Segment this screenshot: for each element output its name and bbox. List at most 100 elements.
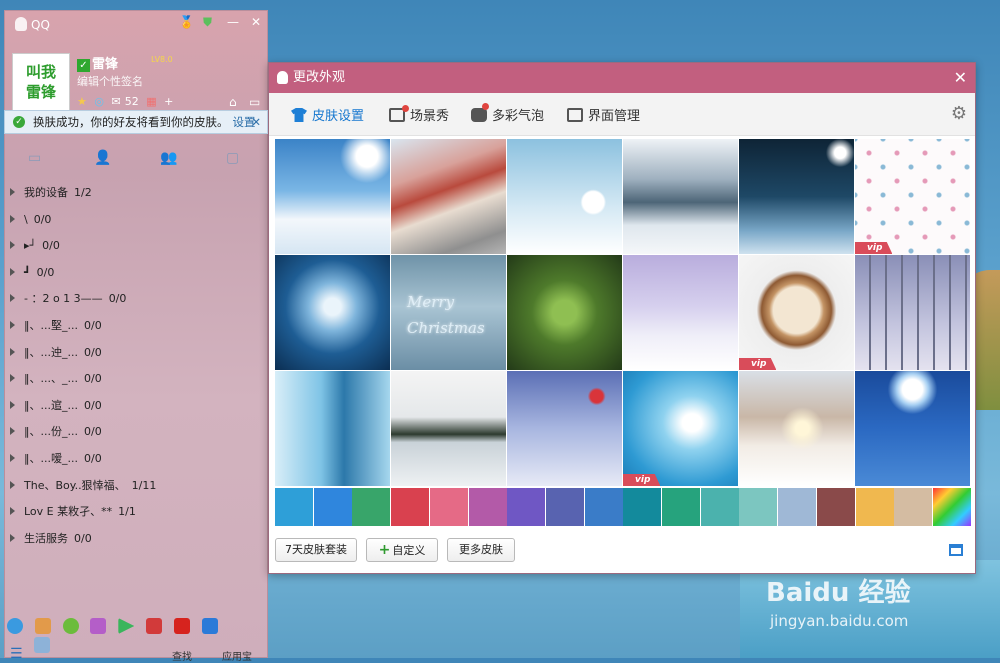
- tab-colorful-bubble[interactable]: 多彩气泡: [471, 103, 544, 124]
- home-icon[interactable]: ⌂: [229, 95, 237, 109]
- chat-tab-icon[interactable]: ▭: [28, 150, 41, 166]
- skin-thumb-bird-berries[interactable]: [507, 371, 622, 486]
- mail-icon[interactable]: ✉: [111, 95, 120, 108]
- group-row[interactable]: ▸┘ 0/0: [10, 236, 260, 263]
- group-row[interactable]: ‖、...嗳_... 0/0: [10, 449, 260, 476]
- avatar[interactable]: 叫我 雷锋: [12, 53, 70, 111]
- tab-scene-show[interactable]: 场景秀: [389, 105, 449, 124]
- group-row[interactable]: ‖、...、_... 0/0: [10, 369, 260, 396]
- group-row[interactable]: ‖、...逭_... 0/0: [10, 396, 260, 423]
- color-swatch[interactable]: [700, 488, 739, 526]
- qzone-icon[interactable]: [7, 618, 23, 634]
- contacts-tab-icon[interactable]: 👤: [94, 150, 111, 166]
- jd-icon[interactable]: [173, 618, 190, 634]
- signature[interactable]: 编辑个性签名: [77, 73, 143, 89]
- skin-thumb-pine-branch[interactable]: [507, 255, 622, 370]
- picture-icon[interactable]: ▭: [249, 95, 260, 109]
- skin-thumb-moon-sleigh[interactable]: [855, 371, 970, 486]
- color-swatch[interactable]: [313, 488, 352, 526]
- watermark-line2: jingyan.baidu.com: [770, 612, 909, 630]
- skin-thumb-town-street[interactable]: [391, 139, 506, 254]
- window-mode-icon[interactable]: [949, 544, 963, 556]
- color-swatch[interactable]: [429, 488, 468, 526]
- menu-icon[interactable]: ☰: [10, 646, 23, 662]
- expand-arrow-icon: [10, 320, 15, 329]
- qq-tabs: ▭ 👤 👥 ▢: [4, 148, 268, 174]
- level-badge[interactable]: LV8.0: [151, 55, 173, 64]
- color-swatch[interactable]: [816, 488, 855, 526]
- minimize-icon[interactable]: —: [227, 15, 239, 29]
- flower-icon[interactable]: [90, 618, 107, 634]
- group-row[interactable]: ‖、...迚_... 0/0: [10, 343, 260, 370]
- seven-day-skin-button[interactable]: 7天皮肤套装: [275, 538, 357, 562]
- skin-thumb-white-feather[interactable]: vip: [623, 371, 738, 486]
- color-swatch[interactable]: [507, 488, 546, 526]
- skin-thumb-blue-branches[interactable]: [275, 371, 390, 486]
- color-swatch[interactable]: [391, 488, 430, 526]
- mail-count: 52: [124, 95, 139, 108]
- color-swatch[interactable]: [855, 488, 894, 526]
- security-icon[interactable]: [201, 618, 218, 634]
- game-icon[interactable]: [34, 618, 51, 634]
- close-icon[interactable]: ✕: [251, 15, 261, 29]
- close-icon[interactable]: ✕: [954, 63, 967, 93]
- color-swatch[interactable]: [352, 488, 391, 526]
- color-swatch[interactable]: [584, 488, 623, 526]
- group-tab-icon[interactable]: 👥: [160, 150, 177, 166]
- more-apps-icon[interactable]: [34, 637, 50, 653]
- color-swatch[interactable]: [275, 488, 313, 526]
- medal-icon[interactable]: 🏅: [179, 15, 194, 29]
- color-swatch[interactable]: [662, 488, 700, 526]
- skin-thumb-snowflake[interactable]: [275, 255, 390, 370]
- group-row[interactable]: ‖、...堅_... 0/0: [10, 316, 260, 343]
- skin-thumb-winter-lake[interactable]: [391, 371, 506, 486]
- skin-thumb-couple-walk[interactable]: [623, 255, 738, 370]
- tab-interface-manage[interactable]: 界面管理: [567, 105, 640, 124]
- skin-thumb-night-lamp[interactable]: [739, 139, 854, 254]
- coin-icon[interactable]: [62, 618, 79, 634]
- color-swatch[interactable]: [932, 488, 971, 526]
- gear-icon[interactable]: ⚙: [951, 103, 967, 124]
- group-count: 0/0: [83, 451, 102, 465]
- space-tab-icon[interactable]: ▢: [226, 150, 239, 166]
- group-row[interactable]: 生活服务 0/0: [10, 529, 260, 556]
- notice-close-icon[interactable]: ✕: [251, 111, 261, 133]
- app-icon[interactable]: ▦: [146, 95, 156, 108]
- color-swatch[interactable]: [468, 488, 507, 526]
- color-swatch[interactable]: [623, 488, 662, 526]
- stock-icon[interactable]: [146, 618, 163, 634]
- skin-thumb-sky-clouds[interactable]: [275, 139, 390, 254]
- skin-thumb-merry-christmas[interactable]: Merry Christmas: [391, 255, 506, 370]
- color-swatch[interactable]: [545, 488, 584, 526]
- find-button[interactable]: 查找: [172, 648, 192, 663]
- color-swatch[interactable]: [739, 488, 778, 526]
- add-icon[interactable]: +: [164, 95, 173, 108]
- group-row[interactable]: \ 0/0: [10, 210, 260, 237]
- skin-thumb-snow-bridge[interactable]: [739, 371, 854, 486]
- group-name: ‖、...、_...: [24, 372, 78, 386]
- color-swatch[interactable]: [894, 488, 933, 526]
- tab-skin-settings[interactable]: 皮肤设置: [291, 105, 364, 124]
- nickname[interactable]: ✓ 雷锋: [77, 53, 118, 72]
- skin-thumb-flower-pattern[interactable]: vip: [855, 139, 970, 254]
- video-icon[interactable]: [118, 618, 135, 634]
- skin-thumb-latte-snowflake[interactable]: vip: [739, 255, 854, 370]
- custom-skin-button[interactable]: + 自定义: [366, 538, 438, 562]
- group-name: The、Boy..狠悻福、: [24, 478, 126, 492]
- more-skins-button[interactable]: 更多皮肤: [447, 538, 515, 562]
- group-row[interactable]: - ：2 o 1 3—— 0/0: [10, 289, 260, 316]
- group-row[interactable]: The、Boy..狠悻福、 1/11: [10, 476, 260, 503]
- swirl-icon[interactable]: ◎: [94, 95, 104, 108]
- skin-thumb-bare-trees[interactable]: [855, 255, 970, 370]
- skin-thumb-snowman[interactable]: [507, 139, 622, 254]
- app-center-button[interactable]: 应用宝: [222, 648, 252, 663]
- group-row[interactable]: ┛ 0/0: [10, 263, 260, 290]
- color-swatch[interactable]: [778, 488, 817, 526]
- shield-icon[interactable]: ⛊: [203, 15, 212, 30]
- group-row[interactable]: Lov E 某敉孑、** 1/1: [10, 502, 260, 529]
- success-icon: ✓: [13, 116, 25, 128]
- group-row[interactable]: 我的设备 1/2: [10, 183, 260, 210]
- star-icon[interactable]: ★: [77, 95, 87, 108]
- skin-thumb-snowy-forest[interactable]: [623, 139, 738, 254]
- group-row[interactable]: ‖、...份_... 0/0: [10, 422, 260, 449]
